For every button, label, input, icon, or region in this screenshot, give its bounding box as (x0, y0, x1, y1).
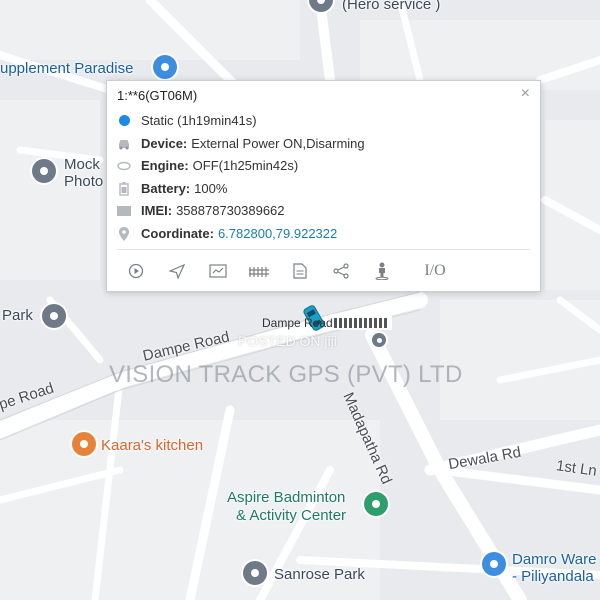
poi-damro-line2[interactable]: - Piliyandala (512, 568, 594, 585)
poi-hero-service[interactable]: (Hero service ) (342, 0, 440, 13)
detail-document-icon[interactable] (279, 259, 320, 283)
poi-mock-line2[interactable]: Photo (64, 173, 103, 190)
location-icon (117, 226, 131, 241)
engine-icon (117, 159, 131, 173)
engine-label: Engine: (141, 158, 189, 173)
imei-label: IMEI: (141, 203, 173, 218)
poi-damro-line1[interactable]: Damro Ware (512, 551, 596, 568)
device-info-popup: 1:**6(GT06M) × Static (1h19min41s) Devic… (106, 80, 541, 292)
barcode-icon (117, 204, 131, 218)
poi-park[interactable]: Park (2, 307, 33, 324)
poi-mock-line1[interactable]: Mock (64, 156, 100, 173)
vehicle-label (330, 314, 392, 330)
vehicle-label-redacted (334, 317, 388, 328)
playback-icon[interactable] (115, 259, 156, 283)
vehicle-road-label: Dampe Road (262, 316, 333, 330)
street-view-icon[interactable] (361, 259, 402, 283)
posted-watermark: POSTED ON jiji (238, 333, 337, 349)
status-dot-icon (117, 114, 131, 128)
status-text: Static (1h19min41s) (141, 113, 257, 128)
poi-sanrose-park[interactable]: Sanrose Park (274, 566, 365, 583)
car-icon (117, 137, 131, 151)
fence-icon[interactable] (238, 259, 279, 283)
coordinate-link[interactable]: 6.782800,79.922322 (218, 226, 337, 241)
divider (117, 249, 530, 250)
send-command-icon[interactable] (156, 259, 197, 283)
device-row: Device: External Power ON,Disarming (117, 136, 365, 151)
battery-row: Battery: 100% (117, 181, 227, 196)
mock-photo-pin-icon[interactable] (32, 159, 56, 183)
device-value: External Power ON,Disarming (191, 136, 365, 151)
coordinate-row: Coordinate: 6.782800,79.922322 (117, 226, 337, 241)
close-icon[interactable]: × (521, 85, 530, 103)
location-pin-icon[interactable] (372, 333, 386, 347)
damro-pin-icon[interactable] (482, 552, 506, 576)
status-row: Static (1h19min41s) (117, 113, 257, 128)
poi-aspire-line1[interactable]: Aspire Badminton (227, 489, 345, 506)
io-button[interactable]: I/O (410, 259, 460, 283)
sports-pin-icon[interactable] (364, 492, 388, 516)
battery-value: 100% (194, 181, 228, 196)
company-watermark: VISION TRACK GPS (PVT) LTD (109, 361, 463, 388)
park-pin-icon[interactable] (42, 304, 66, 328)
battery-icon (117, 181, 131, 196)
shopping-pin-icon[interactable] (153, 55, 177, 79)
share-icon[interactable] (320, 259, 361, 283)
coordinate-label: Coordinate: (141, 226, 214, 241)
device-label: Device: (141, 136, 188, 151)
poi-kaaras-kitchen[interactable]: Kaara's kitchen (101, 437, 203, 454)
battery-label: Battery: (141, 181, 191, 196)
poi-aspire-line2[interactable]: & Activity Center (236, 507, 346, 524)
imei-value: 358878730389662 (176, 203, 285, 218)
engine-value: OFF(1h25min42s) (192, 158, 299, 173)
engine-row: Engine: OFF(1h25min42s) (117, 158, 298, 173)
poi-supplement-paradise[interactable]: upplement Paradise (0, 60, 133, 77)
report-icon[interactable] (197, 259, 238, 283)
restaurant-pin-icon[interactable] (72, 432, 96, 456)
popup-toolbar: I/O (115, 259, 535, 283)
imei-row: IMEI: 358878730389662 (117, 203, 285, 218)
popup-title: 1:**6(GT06M) (117, 88, 198, 103)
sanrose-park-pin-icon[interactable] (243, 561, 267, 585)
